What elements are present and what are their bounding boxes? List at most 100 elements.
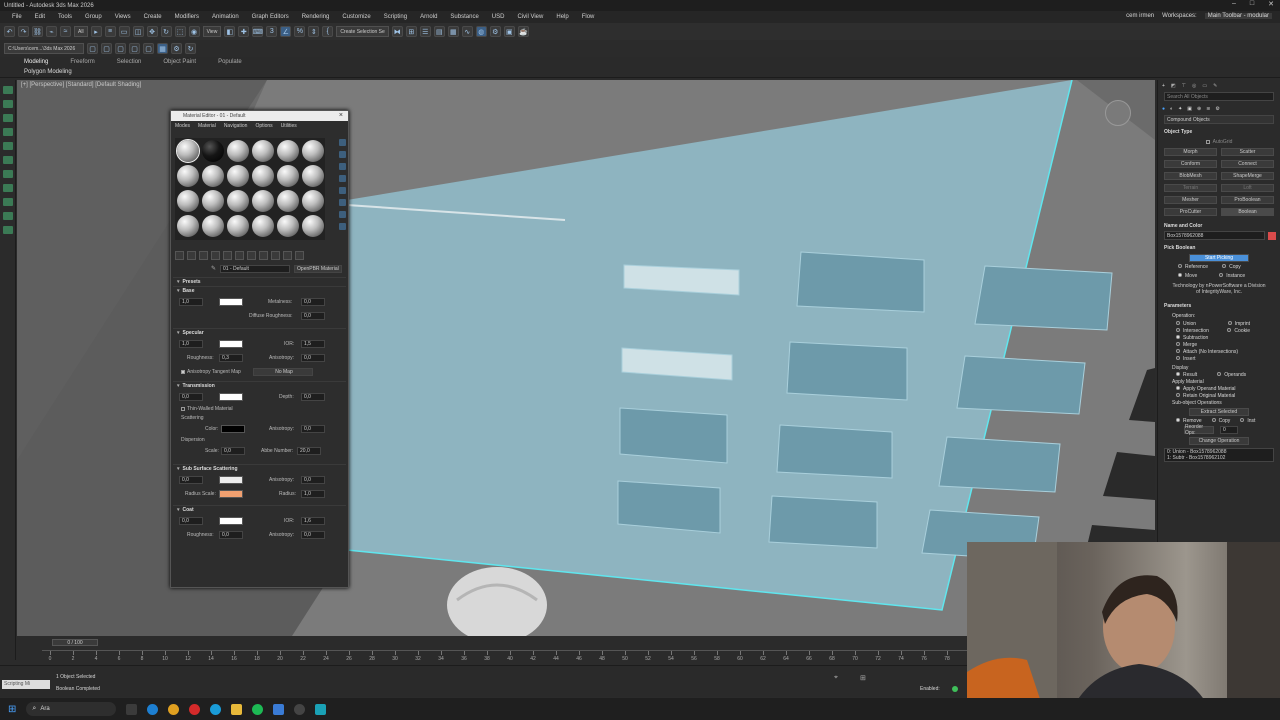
pivot-icon[interactable]: ◧ (224, 26, 236, 37)
open-scene-icon[interactable]: ▢ (101, 43, 112, 54)
section-base[interactable]: Base (173, 286, 346, 295)
instance-radio[interactable] (1219, 272, 1224, 277)
base-weight-spinner[interactable]: 1,0 (179, 298, 203, 306)
mirror-icon[interactable]: ⧓ (391, 26, 403, 37)
material-name-field[interactable]: 01 - Default (220, 265, 291, 273)
tab-modeling[interactable]: Modeling (24, 59, 48, 65)
sort-tool-icon[interactable] (3, 156, 13, 164)
menu-arnold[interactable]: Arnold (420, 14, 437, 20)
spinner-snap-icon[interactable]: ⇕ (308, 26, 320, 37)
helpers-icon[interactable]: ⊕ (1197, 106, 1201, 112)
close-icon[interactable]: ✕ (1268, 0, 1274, 8)
extract-selected-button[interactable]: Extract Selected (1189, 408, 1249, 416)
file-explorer-icon[interactable] (231, 703, 243, 715)
track-bar[interactable]: 0 2 4 6 8 10 12 14 16 18 20 22 24 26 28 30 32 34 36 38 40 42 4… (42, 650, 967, 662)
sample-slot[interactable] (177, 215, 199, 237)
browser-icon[interactable] (210, 703, 222, 715)
hierarchy-tool-icon[interactable] (3, 170, 13, 178)
sample-slot[interactable] (277, 190, 299, 212)
assign-to-selection-icon[interactable] (199, 251, 208, 260)
ior-spinner[interactable]: 1,5 (301, 340, 325, 348)
selection-filter-dropdown[interactable]: All (74, 26, 88, 37)
time-slider[interactable]: 0 / 100 (52, 639, 98, 646)
base-color-swatch[interactable] (219, 298, 243, 306)
transmission-color-swatch[interactable] (219, 393, 243, 401)
anisotropy-spinner[interactable]: 0,0 (301, 354, 325, 362)
metalness-spinner[interactable]: 0,0 (301, 298, 325, 306)
section-coat[interactable]: Coat (173, 505, 346, 514)
boolean-button[interactable]: Boolean (1221, 208, 1274, 216)
modify-tab-icon[interactable]: ◩ (1171, 83, 1176, 89)
import-icon[interactable]: ▢ (129, 43, 140, 54)
select-by-name-icon[interactable]: ≡ (104, 26, 116, 37)
sss-color-swatch[interactable] (219, 476, 243, 484)
put-to-library-icon[interactable] (235, 251, 244, 260)
workspaces-dropdown[interactable]: Main Toolbar - modular (1204, 13, 1272, 19)
menu-navigation[interactable]: Navigation (224, 123, 248, 129)
render-icon[interactable]: ☕ (517, 26, 529, 37)
spotify-icon[interactable] (252, 703, 264, 715)
copy-extract-radio[interactable] (1211, 418, 1216, 422)
reorder-ops-button[interactable]: Reorder Ops: (1184, 424, 1214, 436)
sample-slot[interactable] (277, 165, 299, 187)
radius-spinner[interactable]: 1,0 (301, 490, 325, 498)
maximize-icon[interactable]: □ (1250, 0, 1254, 8)
operand-item[interactable]: 1: Subtr - Box1578962102 (1167, 455, 1225, 461)
insert-radio[interactable] (1176, 355, 1180, 360)
placement-icon[interactable]: ◉ (188, 26, 200, 37)
eyedropper-icon[interactable]: ✎ (211, 265, 216, 273)
menu-graph-editors[interactable]: Graph Editors (252, 14, 289, 20)
viewport-layout-icon[interactable]: ▦ (157, 43, 168, 54)
apply-operand-radio[interactable] (1176, 385, 1180, 390)
intersection-radio[interactable] (1176, 327, 1180, 332)
viewport-label[interactable]: [+] [Perspective] [Standard] [Default Sh… (21, 82, 141, 88)
sample-slot[interactable] (227, 165, 249, 187)
rect-selection-icon[interactable]: ▭ (118, 26, 130, 37)
menu-modifiers[interactable]: Modifiers (175, 14, 199, 20)
sample-slot[interactable] (252, 165, 274, 187)
transmission-weight-spinner[interactable]: 0,0 (179, 393, 203, 401)
sample-slot[interactable] (277, 140, 299, 162)
spacewarps-icon[interactable]: ≋ (1206, 106, 1210, 112)
new-scene-icon[interactable]: ▢ (87, 43, 98, 54)
sample-slot[interactable] (176, 139, 200, 163)
remove-radio[interactable] (1176, 418, 1180, 422)
select-tool-icon[interactable] (3, 100, 13, 108)
inst-radio[interactable] (1240, 418, 1245, 422)
pick-boolean-heading[interactable]: Pick Boolean (1158, 243, 1280, 253)
proboolean-button[interactable]: ProBoolean (1221, 196, 1274, 204)
minimize-icon[interactable]: – (1232, 0, 1236, 8)
undo-icon[interactable]: ↶ (4, 26, 15, 37)
coat-weight-spinner[interactable]: 0,0 (179, 517, 203, 525)
material-editor-icon[interactable]: ◍ (475, 26, 487, 37)
category-dropdown[interactable]: Compound Objects (1164, 115, 1274, 124)
hierarchy-tab-icon[interactable]: ⊤ (1182, 83, 1186, 89)
enabled-status-icon[interactable] (952, 686, 958, 692)
display-tool-icon[interactable] (3, 114, 13, 122)
create-tab-icon[interactable]: + (1162, 83, 1165, 89)
no-map-button[interactable]: No Map (253, 368, 313, 376)
filter-tool-icon[interactable] (3, 142, 13, 150)
show-shaded-icon[interactable] (259, 251, 268, 260)
angle-snap-icon[interactable]: ∠ (280, 26, 292, 37)
sample-slot[interactable] (302, 215, 324, 237)
union-radio[interactable] (1176, 320, 1180, 325)
menu-utilities[interactable]: Utilities (281, 123, 297, 129)
menu-views[interactable]: Views (115, 14, 131, 20)
coat-color-swatch[interactable] (219, 517, 243, 525)
taskbar-search[interactable]: ⌕ Ara (26, 702, 117, 716)
layer-explorer-icon[interactable]: ▤ (433, 26, 445, 37)
select-object-icon[interactable]: ▸ (90, 26, 102, 37)
mesher-button[interactable]: Mesher (1164, 196, 1217, 204)
blobmesh-button[interactable]: BlobMesh (1164, 172, 1217, 180)
cookie-checkbox[interactable] (1227, 327, 1232, 332)
sample-slot[interactable] (302, 140, 324, 162)
absolute-mode-icon[interactable]: ⊞ (860, 674, 866, 682)
sample-slot[interactable] (302, 190, 324, 212)
connect-button[interactable]: Connect (1221, 160, 1274, 168)
sample-slot[interactable] (227, 190, 249, 212)
copy-radio[interactable] (1222, 263, 1227, 268)
sample-slot[interactable] (252, 140, 274, 162)
abbe-number-spinner[interactable]: 20,0 (297, 447, 321, 455)
get-material-icon[interactable] (175, 251, 184, 260)
